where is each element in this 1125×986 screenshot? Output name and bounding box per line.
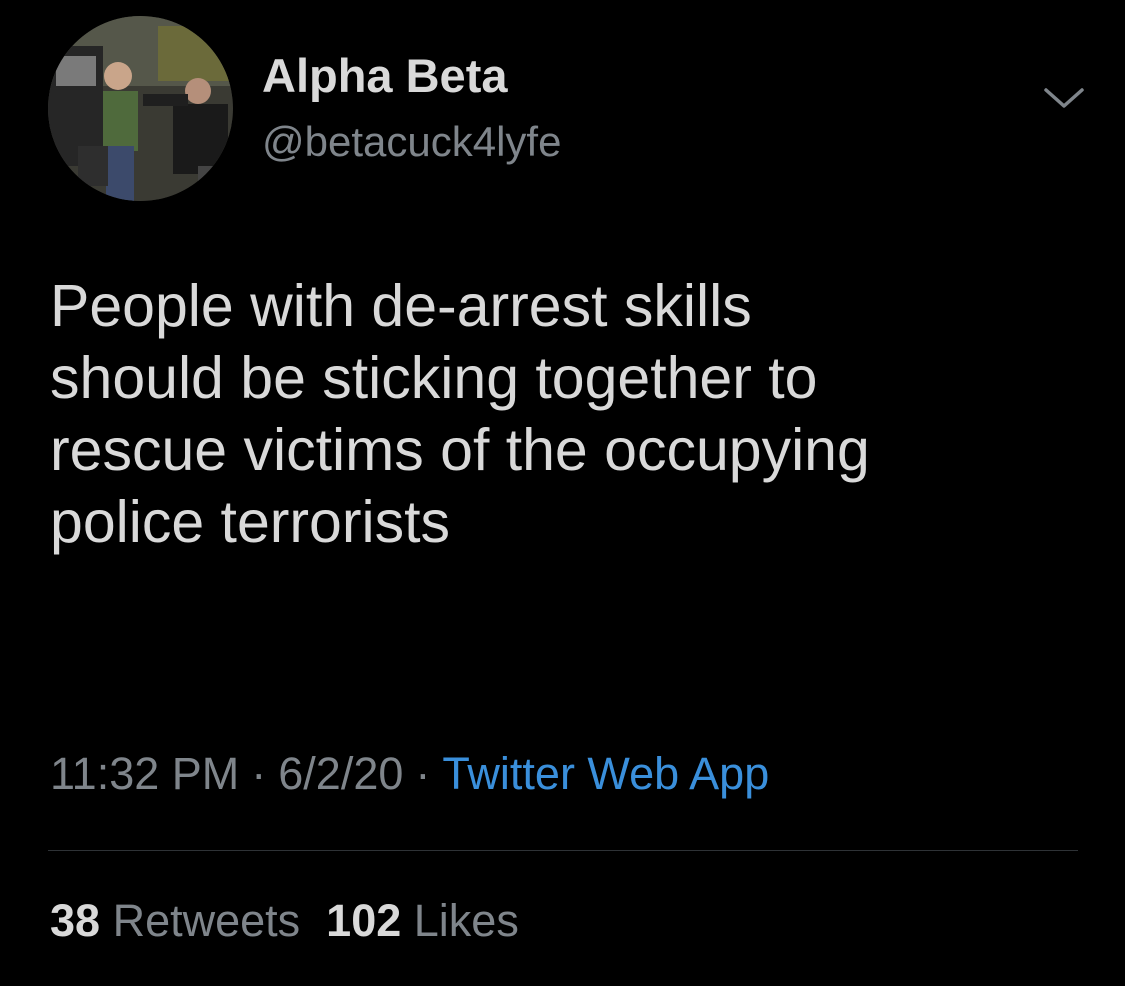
likes-stat[interactable]: 102 Likes (326, 893, 519, 949)
tweet-time[interactable]: 11:32 PM (50, 748, 239, 799)
tweet-text: People with de-arrest skills should be s… (50, 273, 870, 555)
avatar-photo (48, 16, 233, 201)
retweets-count: 38 (50, 895, 101, 946)
retweets-label: Retweets (112, 895, 301, 946)
retweets-stat[interactable]: 38 Retweets (50, 893, 300, 949)
likes-count: 102 (326, 895, 402, 946)
tweet-source-link[interactable]: Twitter Web App (442, 748, 769, 799)
divider (48, 850, 1078, 851)
meta-separator: · (415, 748, 431, 799)
chevron-down-icon[interactable] (1040, 84, 1088, 114)
tweet-meta: 11:32 PM · 6/2/20 · Twitter Web App (50, 746, 769, 802)
user-handle[interactable]: @betacuck4lyfe (262, 117, 561, 167)
likes-label: Likes (413, 895, 519, 946)
meta-separator: · (251, 748, 267, 799)
avatar[interactable] (48, 16, 233, 201)
tweet-stats: 38 Retweets 102 Likes (50, 893, 519, 949)
tweet-detail: Alpha Beta @betacuck4lyfe People with de… (0, 0, 1125, 986)
tweet-date[interactable]: 6/2/20 (278, 748, 403, 799)
display-name[interactable]: Alpha Beta (262, 50, 508, 102)
